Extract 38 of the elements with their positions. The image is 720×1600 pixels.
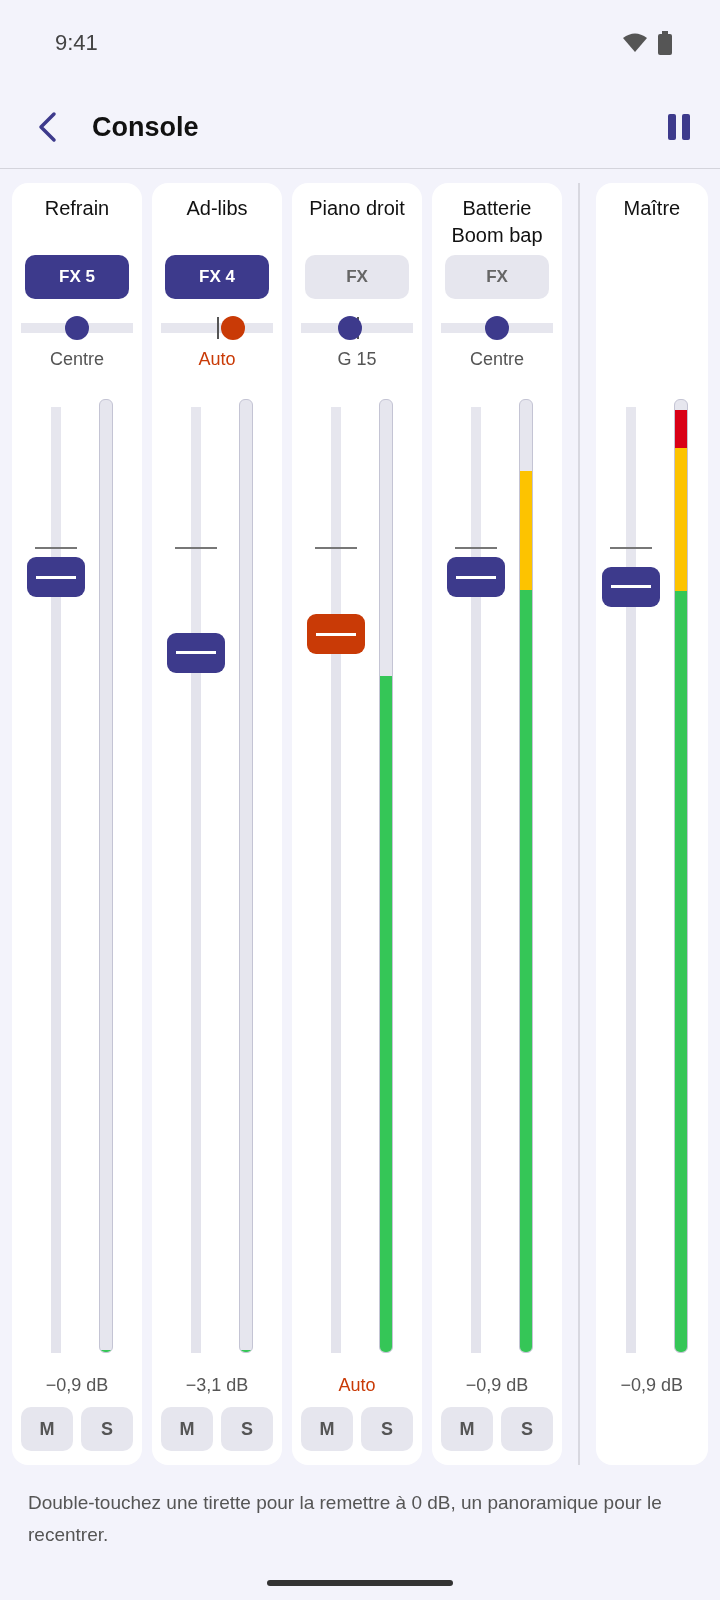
gain-reading: −0,9 dB <box>45 1375 109 1397</box>
solo-button[interactable]: S <box>221 1407 273 1451</box>
channel-name: Refrain <box>44 196 110 221</box>
pan-reading: G 15 <box>337 349 377 370</box>
fader-thumb[interactable] <box>601 566 660 607</box>
gain-reading: Auto <box>338 1375 376 1397</box>
gain-reading: −0,9 dB <box>620 1375 684 1397</box>
pan-reading: Centre <box>50 349 104 370</box>
channel-name: Batterie Boom bap <box>450 196 544 248</box>
solo-button[interactable]: S <box>501 1407 553 1451</box>
pause-icon[interactable] <box>668 114 690 140</box>
fader-thumb[interactable] <box>167 632 225 673</box>
gain-reading: −3,1 dB <box>185 1375 249 1397</box>
mute-button[interactable]: M <box>161 1407 213 1451</box>
fx-button[interactable]: FX 4 <box>165 255 269 299</box>
back-icon[interactable] <box>36 111 58 143</box>
status-time: 9:41 <box>55 30 98 56</box>
solo-button[interactable]: S <box>81 1407 133 1451</box>
pan-reading: Auto <box>198 349 236 370</box>
fader-thumb[interactable] <box>27 557 85 598</box>
fx-button[interactable]: FX <box>305 255 409 299</box>
fader-thumb[interactable] <box>307 614 365 655</box>
mute-button[interactable]: M <box>21 1407 73 1451</box>
wifi-icon <box>622 33 648 53</box>
pan-reading: Centre <box>470 349 524 370</box>
channel-name: Maître <box>623 196 681 221</box>
screen-title: Console <box>92 111 200 143</box>
fx-button[interactable]: FX <box>445 255 549 299</box>
fx-button[interactable]: FX 5 <box>25 255 129 299</box>
hint-text: Double-touchez une tirette pour la remettre à 0 dB, un panoramique pour le recentrer. <box>28 1491 663 1547</box>
battery-icon <box>658 31 672 55</box>
channel-name: Piano droit <box>309 196 405 221</box>
channel-name: Ad-libs <box>186 196 248 221</box>
mute-button[interactable]: M <box>441 1407 493 1451</box>
fader-thumb[interactable] <box>447 557 505 598</box>
mute-button[interactable]: M <box>301 1407 353 1451</box>
solo-button[interactable]: S <box>361 1407 413 1451</box>
gain-reading: −0,9 dB <box>465 1375 529 1397</box>
